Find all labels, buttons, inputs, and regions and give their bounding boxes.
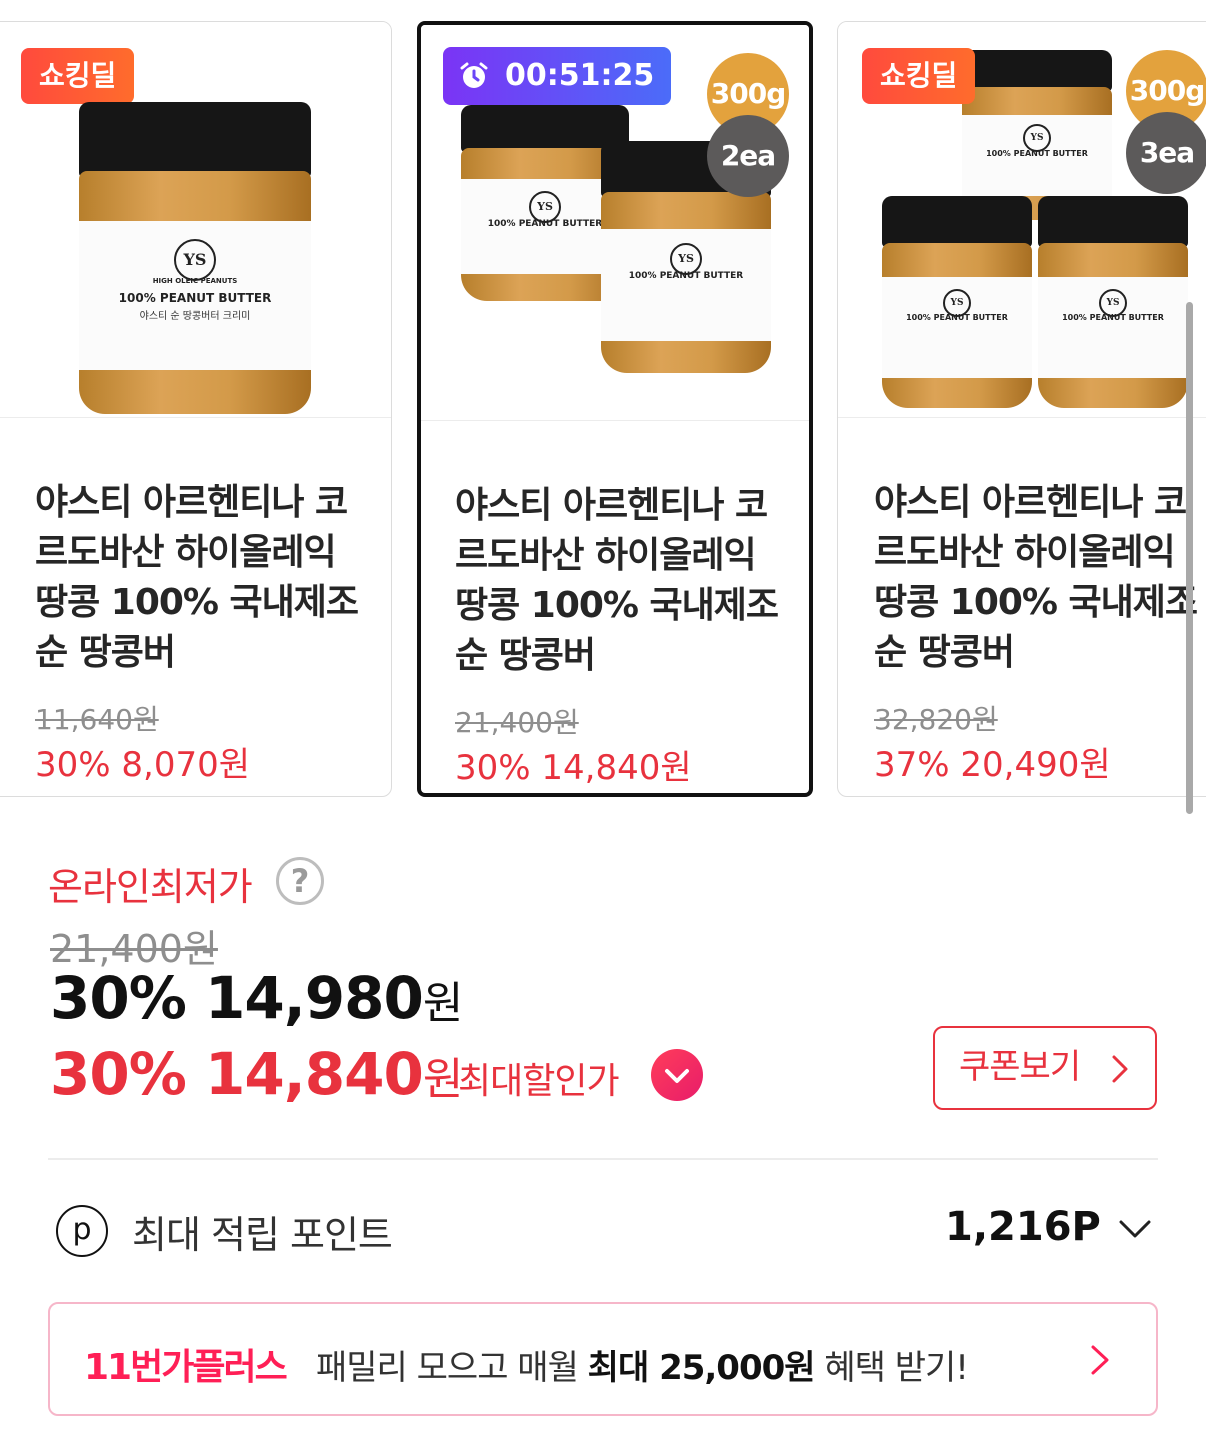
count-badge: 2ea — [707, 115, 789, 197]
max-discount-label: 최대할인가 — [458, 1061, 620, 1102]
peanut-butter-jar: YS 100% PEANUT BUTTER — [882, 196, 1032, 408]
points-label: 최대 적립 포인트 — [132, 1213, 393, 1257]
help-icon[interactable]: ? — [276, 857, 324, 905]
lowest-price-label: 온라인최저가 — [48, 865, 253, 909]
scrollbar[interactable] — [1186, 302, 1193, 814]
chevron-down-icon[interactable] — [1118, 1218, 1152, 1240]
product-card[interactable]: 쇼킹딜 YS HIGH OLEIC PEANUTS 100% PEANUT BU… — [0, 21, 392, 797]
product-image: 쇼킹딜 YS HIGH OLEIC PEANUTS 100% PEANUT BU… — [0, 22, 391, 418]
original-price: 11,640원 — [35, 703, 159, 736]
product-card-selected[interactable]: YS 100% PEANUT BUTTER YS 100% PEANUT BUT… — [417, 21, 813, 797]
sale-price: 30% 14,840원 — [455, 748, 692, 788]
chevron-down-icon[interactable] — [651, 1049, 703, 1101]
original-price: 32,820원 — [874, 703, 998, 736]
plus-brand-logo: 11번가플러스 — [84, 1347, 288, 1388]
sale-price: 30% 8,070원 — [35, 745, 250, 785]
chevron-right-icon — [1091, 1345, 1109, 1375]
plus-membership-banner[interactable]: 11번가플러스 패밀리 모으고 매월 최대 25,000원 혜택 받기! — [48, 1302, 1158, 1416]
point-icon: p — [56, 1205, 108, 1257]
product-card[interactable]: YS 100% PEANUT BUTTER YS 100% PEANUT BUT… — [837, 21, 1206, 797]
timer-text: 00:51:25 — [505, 58, 655, 93]
peanut-butter-jar: YS HIGH OLEIC PEANUTS 100% PEANUT BUTTER… — [79, 102, 311, 414]
product-carousel: 쇼킹딜 YS HIGH OLEIC PEANUTS 100% PEANUT BU… — [0, 0, 1206, 814]
product-title: 야스티 아르헨티나 코르도바산 하이올레익 땅콩 100% 국내제조 순 땅콩버 — [874, 482, 1198, 673]
brand-logo-icon: YS — [670, 242, 702, 275]
product-image: YS 100% PEANUT BUTTER YS 100% PEANUT BUT… — [421, 25, 809, 421]
count-badge: 3ea — [1126, 112, 1206, 194]
max-discount-price: 30% 14,840원 — [50, 1040, 463, 1108]
coupon-button[interactable]: 쿠폰보기 — [933, 1026, 1157, 1110]
product-image: YS 100% PEANUT BUTTER YS 100% PEANUT BUT… — [838, 22, 1206, 418]
discount-price: 30% 14,980원 — [50, 964, 463, 1032]
shocking-deal-badge: 쇼킹딜 — [21, 48, 135, 104]
banner-message: 패밀리 모으고 매월 최대 25,000원 혜택 받기! — [316, 1348, 969, 1388]
sale-price: 37% 20,490원 — [874, 745, 1111, 785]
brand-logo-icon: YS — [529, 190, 561, 223]
alarm-clock-icon — [460, 62, 488, 88]
product-title: 야스티 아르헨티나 코르도바산 하이올레익 땅콩 100% 국내제조 순 땅콩버 — [455, 485, 779, 676]
brand-logo-icon: YS — [174, 238, 216, 281]
peanut-butter-jar: YS 100% PEANUT BUTTER — [962, 50, 1112, 220]
divider — [48, 1158, 1158, 1160]
shocking-deal-badge: 쇼킹딜 — [862, 48, 976, 104]
peanut-butter-jar: YS 100% PEANUT BUTTER — [1038, 196, 1188, 408]
points-value: 1,216P — [945, 1204, 1101, 1250]
timer-badge: 00:51:25 — [443, 47, 671, 105]
chevron-right-icon — [1112, 1055, 1128, 1083]
original-price: 21,400원 — [455, 706, 579, 739]
product-title: 야스티 아르헨티나 코르도바산 하이올레익 땅콩 100% 국내제조 순 땅콩버 — [35, 482, 359, 673]
